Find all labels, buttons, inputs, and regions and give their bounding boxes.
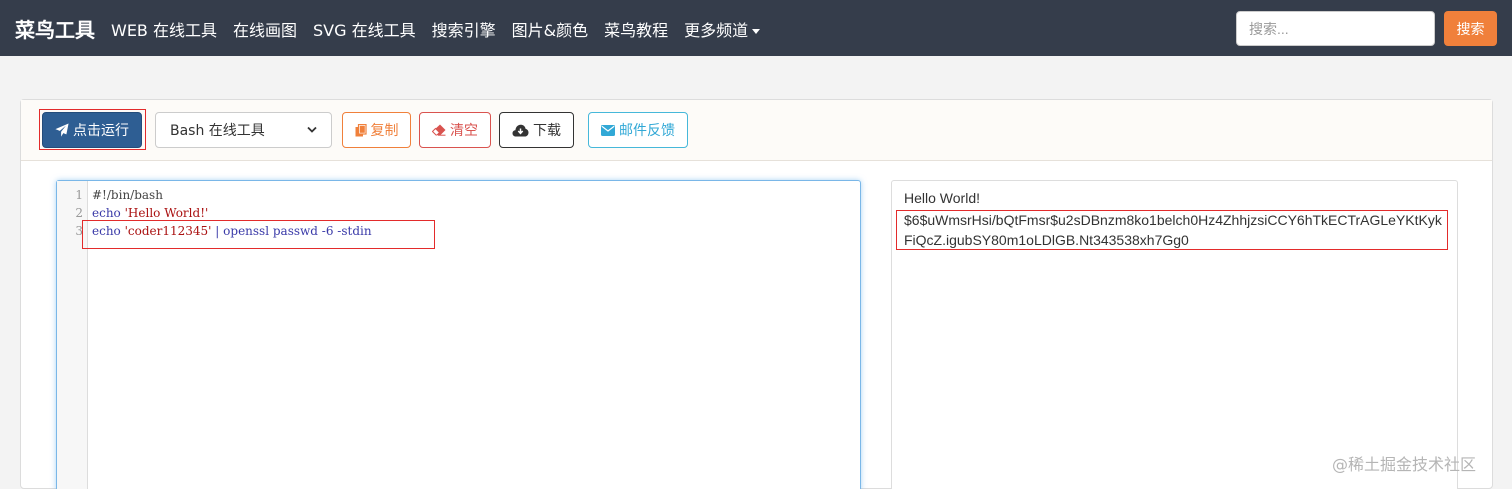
toolbar: 点击运行 Bash 在线工具 复制 清空 下载 邮件反馈 bbox=[21, 100, 1492, 161]
email-feedback-label: 邮件反馈 bbox=[619, 123, 675, 139]
language-select[interactable]: Bash 在线工具 bbox=[155, 112, 332, 148]
download-button-label: 下载 bbox=[533, 123, 561, 139]
more-channels-label: 更多频道 bbox=[684, 21, 749, 40]
clear-button[interactable]: 清空 bbox=[419, 112, 491, 148]
line-number: 1 bbox=[75, 188, 83, 202]
chevron-down-icon bbox=[307, 126, 317, 133]
code-editor[interactable]: 1 2 3 #!/bin/bash echo 'Hello World!' ec… bbox=[56, 180, 861, 489]
envelope-icon bbox=[601, 124, 615, 136]
output-line: Hello World! bbox=[904, 190, 980, 206]
eraser-icon bbox=[432, 124, 446, 136]
download-button[interactable]: 下载 bbox=[499, 112, 574, 148]
run-button-label: 点击运行 bbox=[73, 123, 129, 139]
run-button[interactable]: 点击运行 bbox=[42, 112, 142, 148]
nav-item-tutorial[interactable]: 菜鸟教程 bbox=[604, 17, 668, 41]
email-feedback-button[interactable]: 邮件反馈 bbox=[588, 112, 688, 148]
code-line-1: #!/bin/bash bbox=[92, 188, 163, 202]
nav-item-image-color[interactable]: 图片&颜色 bbox=[512, 17, 588, 41]
code-string: 'Hello World!' bbox=[124, 206, 209, 220]
output-panel: Hello World! $6$uWmsrHsi/bQtFmsr$u2sDBnz… bbox=[891, 180, 1458, 489]
clear-button-label: 清空 bbox=[450, 123, 478, 139]
language-select-value: Bash 在线工具 bbox=[170, 123, 265, 139]
copy-button-label: 复制 bbox=[370, 123, 399, 139]
nav-item-drawing[interactable]: 在线画图 bbox=[233, 17, 297, 41]
nav-item-more-channels[interactable]: 更多频道 bbox=[684, 17, 761, 41]
nav-item-search-engine[interactable]: 搜索引擎 bbox=[432, 17, 496, 41]
nav-item-svg-tools[interactable]: SVG 在线工具 bbox=[313, 17, 416, 41]
cloud-download-icon bbox=[512, 124, 529, 136]
code-line-highlight-box bbox=[82, 220, 435, 249]
top-navbar: 菜鸟工具 WEB 在线工具 在线画图 SVG 在线工具 搜索引擎 图片&颜色 菜… bbox=[0, 0, 1512, 56]
paper-plane-icon bbox=[55, 123, 69, 137]
nav-menu: WEB 在线工具 在线画图 SVG 在线工具 搜索引擎 图片&颜色 菜鸟教程 更… bbox=[111, 17, 776, 41]
nav-item-web-tools[interactable]: WEB 在线工具 bbox=[111, 17, 217, 41]
watermark: @稀土掘金技术社区 bbox=[1332, 455, 1477, 474]
search-input[interactable] bbox=[1236, 11, 1435, 46]
copy-button[interactable]: 复制 bbox=[342, 112, 411, 148]
search-button[interactable]: 搜索 bbox=[1444, 11, 1497, 46]
line-number: 2 bbox=[75, 206, 83, 220]
editor-panel: 点击运行 Bash 在线工具 复制 清空 下载 邮件反馈 1 2 3 #!/bi… bbox=[20, 99, 1493, 489]
code-command: echo bbox=[92, 206, 121, 220]
brand-logo[interactable]: 菜鸟工具 bbox=[15, 14, 95, 43]
copy-icon bbox=[355, 123, 367, 136]
shebang-text: #!/bin/bash bbox=[92, 188, 163, 202]
output-highlight-box bbox=[896, 210, 1448, 250]
caret-down-icon bbox=[752, 29, 761, 34]
code-line-2: echo 'Hello World!' bbox=[92, 206, 208, 220]
